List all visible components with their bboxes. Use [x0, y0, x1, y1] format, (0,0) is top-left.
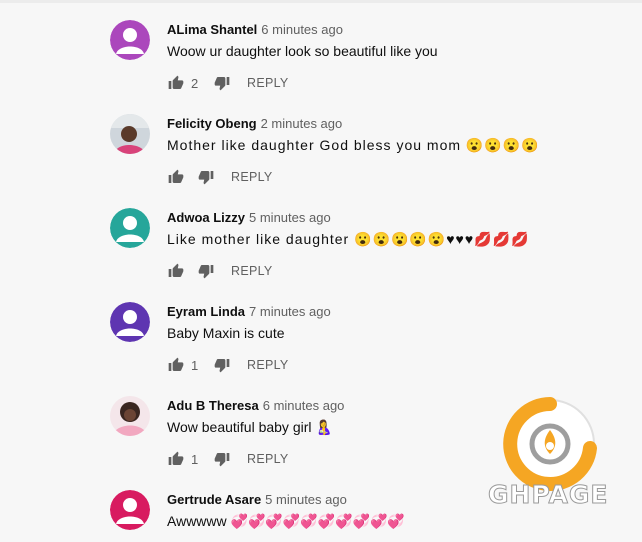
like-count: 1: [191, 451, 199, 467]
comment-time[interactable]: 5 minutes ago: [265, 492, 347, 507]
comment-actions: 2 REPLY: [167, 73, 289, 93]
reply-button[interactable]: REPLY: [247, 76, 289, 90]
thumbs-down-icon[interactable]: [213, 356, 231, 374]
comment-author[interactable]: ALima Shantel: [167, 22, 257, 37]
comment-header: Adu B Theresa 6 minutes ago: [167, 398, 344, 413]
reply-button[interactable]: REPLY: [247, 358, 289, 372]
comment-header: Felicity Obeng 2 minutes ago: [167, 116, 342, 131]
comment-header: ALima Shantel 6 minutes ago: [167, 22, 343, 37]
comment-header: Gertrude Asare 5 minutes ago: [167, 492, 347, 507]
avatar[interactable]: [110, 396, 150, 436]
thumbs-down-icon[interactable]: [197, 168, 215, 186]
comment-actions: REPLY: [167, 167, 273, 187]
reply-button[interactable]: REPLY: [231, 170, 273, 184]
thumbs-down-icon[interactable]: [197, 262, 215, 280]
person-avatar-icon: [110, 490, 150, 530]
comment-text: Awwwww 💞💞💞💞💞💞💞💞💞💞: [167, 513, 405, 529]
thumbs-up-icon[interactable]: [167, 450, 185, 468]
comment-item: Adwoa Lizzy 5 minutes ago Like mother lik…: [0, 188, 642, 282]
comment-actions: 1 REPLY: [167, 355, 289, 375]
thumbs-up-icon[interactable]: [167, 262, 185, 280]
ghpage-logo: [503, 397, 597, 491]
person-avatar-icon: [110, 20, 150, 60]
reply-button[interactable]: REPLY: [247, 452, 289, 466]
comment-actions: REPLY: [167, 261, 273, 281]
comment-time[interactable]: 6 minutes ago: [263, 398, 345, 413]
comment-author[interactable]: Adwoa Lizzy: [167, 210, 245, 225]
avatar[interactable]: [110, 114, 150, 154]
comment-author[interactable]: Felicity Obeng: [167, 116, 257, 131]
comment-actions: 1 REPLY: [167, 449, 289, 469]
thumbs-down-icon[interactable]: [213, 450, 231, 468]
like-count: 2: [191, 75, 199, 91]
comment-author[interactable]: Eyram Linda: [167, 304, 245, 319]
comment-text: Mother like daughter God bless you mom 😮…: [167, 137, 540, 153]
like-count: 1: [191, 357, 199, 373]
avatar[interactable]: [110, 20, 150, 60]
comment-time[interactable]: 2 minutes ago: [261, 116, 343, 131]
avatar[interactable]: [110, 490, 150, 530]
comment-author[interactable]: Gertrude Asare: [167, 492, 261, 507]
profile-photo-icon: [110, 114, 150, 154]
watermark-text: GHPAGE: [487, 480, 609, 510]
thumbs-up-icon[interactable]: [167, 168, 185, 186]
comment-item: Eyram Linda 7 minutes ago Baby Maxin is c…: [0, 282, 642, 376]
thumbs-down-icon[interactable]: [213, 74, 231, 92]
reply-button[interactable]: REPLY: [231, 264, 273, 278]
comment-item: Felicity Obeng 2 minutes ago Mother like …: [0, 94, 642, 188]
comment-time[interactable]: 6 minutes ago: [261, 22, 343, 37]
comment-text: Wow beautiful baby girl 🤱: [167, 419, 333, 435]
comment-text: Like mother like daughter 😮😮😮😮😮♥♥♥💋💋💋: [167, 231, 530, 247]
avatar[interactable]: [110, 302, 150, 342]
profile-photo-icon: [110, 396, 150, 436]
comment-header: Eyram Linda 7 minutes ago: [167, 304, 331, 319]
comment-time[interactable]: 7 minutes ago: [249, 304, 331, 319]
comment-time[interactable]: 5 minutes ago: [249, 210, 331, 225]
thumbs-up-icon[interactable]: [167, 74, 185, 92]
person-avatar-icon: [110, 208, 150, 248]
comment-item: ALima Shantel 6 minutes ago Woow ur daugh…: [0, 0, 642, 94]
comment-text: Baby Maxin is cute: [167, 325, 285, 341]
person-avatar-icon: [110, 302, 150, 342]
thumbs-up-icon[interactable]: [167, 356, 185, 374]
comment-text: Woow ur daughter look so beautiful like …: [167, 43, 438, 59]
avatar[interactable]: [110, 208, 150, 248]
comment-header: Adwoa Lizzy 5 minutes ago: [167, 210, 331, 225]
comment-author[interactable]: Adu B Theresa: [167, 398, 259, 413]
